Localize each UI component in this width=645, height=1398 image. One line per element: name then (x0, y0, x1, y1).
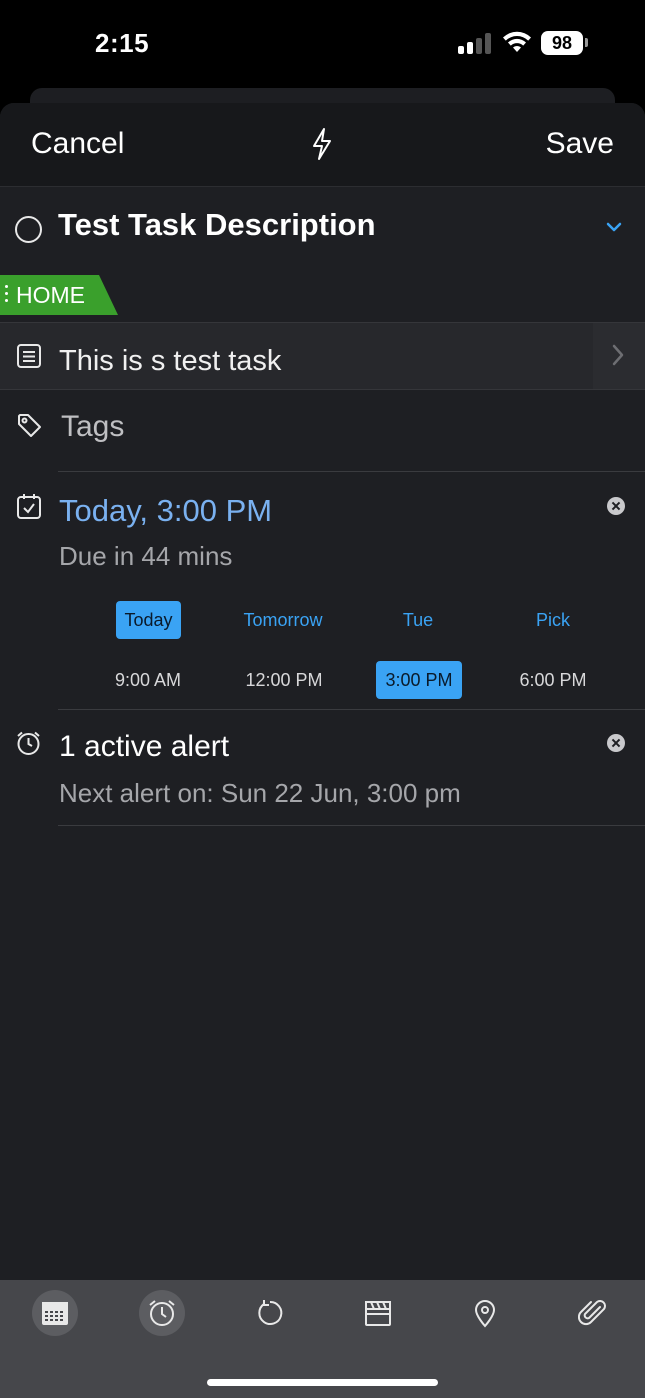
drag-handle-icon (5, 285, 9, 305)
next-alert-text: Next alert on: Sun 22 Jun, 3:00 pm (59, 778, 461, 808)
repeat-icon[interactable] (247, 1290, 293, 1336)
clapperboard-icon[interactable] (355, 1290, 401, 1336)
time-option-12pm[interactable]: 12:00 PM (236, 661, 332, 699)
list-tag-label: HOME (16, 282, 85, 308)
alert-title: 1 active alert (59, 730, 230, 763)
nav-bar: Cancel Save (0, 103, 645, 187)
day-option-today[interactable]: Today (116, 601, 181, 639)
status-time: 2:15 (95, 28, 150, 58)
save-button[interactable]: Save (546, 127, 614, 161)
location-pin-icon[interactable] (462, 1290, 508, 1336)
notes-expand-button[interactable] (593, 323, 645, 389)
paperclip-glyph (578, 1300, 606, 1326)
alarm-clock-glyph (149, 1300, 175, 1326)
due-date-section: Today, 3:00 PM Due in 44 mins Today Tomo… (0, 473, 645, 709)
alert-section[interactable]: 1 active alert Next alert on: Sun 22 Jun… (0, 710, 645, 828)
due-date-text[interactable]: Today, 3:00 PM (59, 493, 272, 529)
divider (58, 471, 645, 472)
status-bar: 2:15 98 (0, 0, 645, 88)
calendar-check-icon (17, 494, 41, 519)
alarm-clock-icon (17, 731, 40, 755)
task-edit-sheet: Cancel Save Test Task Description HOME T… (0, 103, 645, 1398)
wifi-icon (503, 31, 531, 52)
bolt-icon[interactable] (309, 127, 335, 161)
due-relative-text: Due in 44 mins (59, 541, 233, 571)
time-option-9am[interactable]: 9:00 AM (104, 661, 192, 699)
chevron-right-icon (612, 344, 624, 366)
clapperboard-glyph (365, 1301, 391, 1326)
cancel-button[interactable]: Cancel (31, 127, 124, 161)
chevron-down-icon[interactable] (605, 221, 623, 233)
clear-due-date-button[interactable] (607, 497, 625, 515)
day-option-tue[interactable]: Tue (394, 601, 442, 639)
bottom-toolbar (0, 1280, 645, 1346)
cellular-signal-icon (458, 32, 492, 54)
notes-text: This is s test task (59, 345, 282, 377)
time-option-3pm[interactable]: 3:00 PM (376, 661, 462, 699)
tags-row[interactable]: Tags (0, 390, 645, 472)
time-option-6pm[interactable]: 6:00 PM (509, 661, 597, 699)
home-indicator-area (0, 1346, 645, 1398)
clear-alert-button[interactable] (607, 734, 625, 752)
calendar-glyph (42, 1302, 68, 1325)
alarm-clock-icon[interactable] (139, 1290, 185, 1336)
location-pin-glyph (474, 1300, 496, 1328)
day-option-tomorrow[interactable]: Tomorrow (232, 601, 334, 639)
notes-icon (17, 344, 41, 368)
list-tag-home[interactable]: HOME (0, 275, 118, 315)
tags-placeholder: Tags (61, 410, 125, 443)
notes-row[interactable]: This is s test task (0, 322, 645, 390)
tag-icon (18, 414, 41, 437)
complete-checkbox[interactable] (15, 216, 42, 243)
home-indicator[interactable] (207, 1379, 438, 1386)
battery-tip (585, 38, 588, 47)
battery-indicator: 98 (541, 31, 583, 55)
task-title[interactable]: Test Task Description (58, 207, 376, 243)
repeat-glyph (258, 1300, 283, 1325)
calendar-icon[interactable] (32, 1290, 78, 1336)
day-option-pick[interactable]: Pick (526, 601, 580, 639)
paperclip-icon[interactable] (570, 1290, 616, 1336)
divider (58, 825, 645, 826)
